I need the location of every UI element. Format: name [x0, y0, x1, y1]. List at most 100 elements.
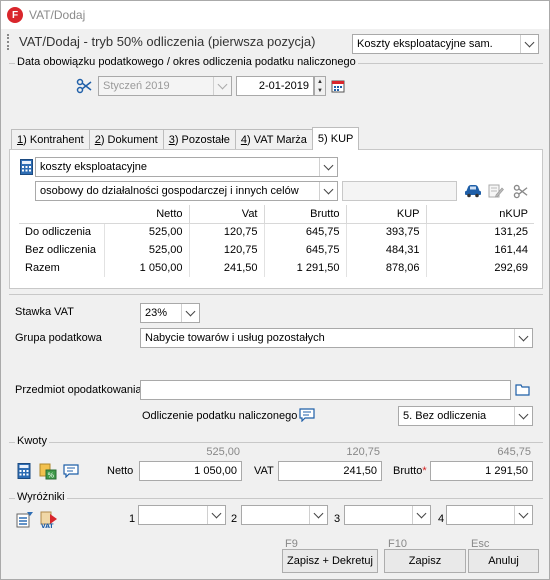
tab-pozostale[interactable]: 3) Pozostałe — [162, 129, 236, 150]
calendar-icon[interactable] — [329, 77, 347, 95]
chevron-down-icon — [319, 182, 337, 200]
category-select[interactable]: Koszty eksploatacyjne sam. — [352, 34, 539, 54]
marker-4-select[interactable] — [446, 505, 533, 525]
tab-kontrahent[interactable]: 1) Kontrahent — [11, 129, 90, 150]
taxable-object-input[interactable] — [140, 380, 511, 400]
chevron-down-icon — [514, 407, 532, 425]
table-cell: 1 050,00 — [104, 259, 190, 277]
category-select-value: Koszty eksploatacyjne sam. — [357, 38, 493, 50]
comment-icon[interactable] — [62, 462, 80, 480]
folder-icon[interactable] — [514, 381, 532, 399]
column-header: Netto — [104, 205, 190, 224]
chevron-down-icon — [309, 506, 327, 524]
row-label: Bez odliczenia — [19, 241, 105, 259]
table-row: Bez odliczenia 525,00 120,75 645,75 484,… — [19, 241, 534, 259]
comment-icon[interactable] — [298, 407, 316, 423]
car-icon[interactable] — [463, 183, 483, 199]
vat-hint: 120,75 — [346, 446, 380, 458]
table-cell: 131,25 — [494, 226, 528, 239]
deduction-select[interactable]: 5. Bez odliczenia — [398, 406, 533, 426]
table-cell: 878,06 — [346, 259, 427, 277]
deduction-label: Odliczenie podatku naliczonego — [142, 410, 298, 422]
vat-rate-select[interactable]: 23% — [140, 303, 200, 323]
table-cell: 1 291,50 — [264, 259, 347, 277]
date-spinner[interactable]: ▲ ▼ — [314, 76, 326, 96]
table-cell: 241,50 — [189, 259, 265, 277]
tax-group-select[interactable]: Nabycie towarów i usług pozostałych — [140, 328, 533, 348]
vehicle-input[interactable] — [342, 181, 457, 201]
spin-up-icon[interactable]: ▲ — [315, 77, 325, 86]
marker-2-select[interactable] — [241, 505, 328, 525]
percent-calculation-icon[interactable]: % — [38, 462, 58, 480]
edit-document-icon[interactable] — [486, 183, 506, 199]
calculator-icon[interactable] — [15, 462, 33, 480]
divider — [9, 294, 543, 295]
tab-kup[interactable]: 5) KUP — [311, 127, 360, 150]
column-header: Brutto — [264, 205, 347, 224]
vehicle-type-value: osobowy do działalności gospodarczej i i… — [40, 185, 299, 197]
table-cell: 645,75 — [264, 223, 347, 241]
tab-dokument[interactable]: 2) Dokument — [88, 129, 164, 150]
scissors-icon[interactable] — [75, 77, 93, 95]
spin-down-icon[interactable]: ▼ — [315, 86, 325, 95]
brutto-input[interactable]: 1 291,50 — [430, 461, 533, 481]
table-cell: 292,69 — [494, 262, 528, 274]
table-cell: 120,75 — [189, 241, 265, 259]
tax-group-label: Grupa podatkowa — [15, 332, 102, 344]
markers-list-icon[interactable] — [15, 510, 35, 530]
chevron-down-icon — [514, 329, 532, 347]
vehicle-type-select[interactable]: osobowy do działalności gospodarczej i i… — [35, 181, 338, 201]
row-label: Razem — [19, 259, 105, 277]
chevron-down-icon — [520, 35, 538, 53]
chevron-down-icon — [213, 77, 231, 95]
tab-vat-marza[interactable]: 4) VAT Marża — [234, 129, 313, 150]
vat-rate-label: Stawka VAT — [15, 306, 74, 318]
save-button[interactable]: Zapisz — [384, 549, 466, 573]
calculator-icon[interactable] — [18, 158, 34, 176]
cost-type-select[interactable]: koszty eksploatacyjne — [35, 157, 338, 177]
app-logo-icon: F — [7, 7, 23, 23]
svg-text:VAT: VAT — [41, 523, 54, 529]
svg-text:%: % — [48, 471, 55, 479]
marker-3-select[interactable] — [344, 505, 431, 525]
tab-strip: 1) Kontrahent 2) Dokument 3) Pozostałe 4… — [11, 127, 360, 150]
drag-handle-icon — [7, 34, 9, 50]
table-header-row: Netto Vat Brutto KUP nKUP — [19, 205, 534, 224]
table-cell: 525,00 — [104, 223, 190, 241]
vat-label: VAT — [254, 465, 274, 477]
vat-marker-icon[interactable]: VAT — [39, 510, 61, 530]
netto-input[interactable]: 1 050,00 — [139, 461, 242, 481]
window-title: VAT/Dodaj — [29, 8, 86, 22]
marker-3-label: 3 — [334, 513, 341, 525]
table-row: Razem 1 050,00 241,50 1 291,50 878,06 29… — [19, 259, 534, 277]
column-header: KUP — [346, 205, 427, 224]
brutto-label: Brutto* — [393, 465, 427, 477]
deduction-value: 5. Bez odliczenia — [403, 410, 487, 422]
period-month-select[interactable]: Styczeń 2019 — [98, 76, 232, 96]
save-and-post-button[interactable]: Zapisz + Dekretuj — [282, 549, 378, 573]
chevron-down-icon — [412, 506, 430, 524]
table-cell: 161,44 — [494, 244, 528, 256]
vat-input[interactable]: 241,50 — [278, 461, 382, 481]
title-bar: F VAT/Dodaj — [1, 1, 549, 29]
table-cell: 645,75 — [264, 241, 347, 259]
marker-1-select[interactable] — [138, 505, 226, 525]
chevron-down-icon — [319, 158, 337, 176]
scissors-icon[interactable] — [510, 183, 530, 199]
vat-rate-value: 23% — [145, 307, 168, 319]
table-cell: 120,75 — [189, 223, 265, 241]
cancel-button[interactable]: Anuluj — [468, 549, 539, 573]
table-cell: 484,31 — [346, 241, 427, 259]
obligation-date-input[interactable]: 2-01-2019 — [236, 76, 314, 96]
chevron-down-icon — [514, 506, 532, 524]
taxable-object-label: Przedmiot opodatkowania — [15, 384, 142, 396]
marker-1-label: 1 — [129, 513, 136, 525]
brutto-hint: 645,75 — [497, 446, 531, 458]
table-row: Do odliczenia 525,00 120,75 645,75 393,7… — [19, 223, 534, 241]
amounts-group-label: Kwoty — [15, 435, 49, 447]
column-header: nKUP — [426, 205, 534, 224]
row-label: Do odliczenia — [19, 223, 105, 241]
period-month-value: Styczeń 2019 — [103, 80, 170, 92]
period-group-label: Data obowiązku podatkowego / okres odlic… — [15, 56, 358, 68]
netto-label: Netto — [107, 465, 134, 477]
